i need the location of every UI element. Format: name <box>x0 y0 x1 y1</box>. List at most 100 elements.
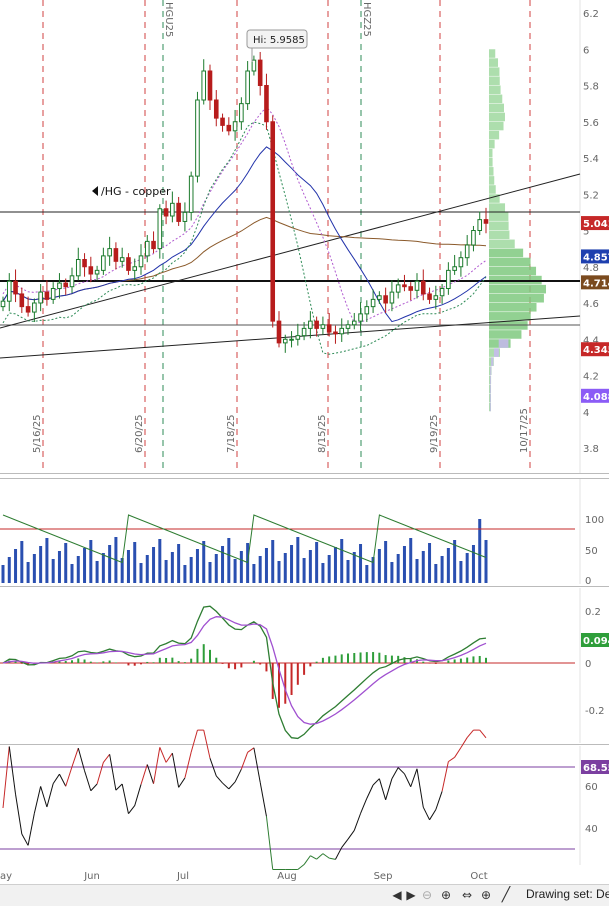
volume-bar <box>327 555 331 583</box>
date-marker-group: 6/20/25 <box>134 414 145 453</box>
candle-body <box>82 259 87 268</box>
candle-body <box>308 320 313 329</box>
volume-profile-bar <box>489 248 524 258</box>
rsi-panel[interactable]: 60 40 68.55 <box>0 729 609 870</box>
volume-bar <box>296 537 300 583</box>
rsi-segment <box>40 786 48 808</box>
rsi-segment <box>115 783 123 791</box>
rsi-segment <box>353 813 362 831</box>
draw-icon[interactable]: ╱ <box>497 887 515 903</box>
candle-body <box>144 240 150 257</box>
volume-bar <box>465 553 469 583</box>
candle-body <box>402 284 407 288</box>
candle-body <box>6 280 12 302</box>
volume-bar <box>83 548 87 583</box>
rsi-segment <box>134 784 142 806</box>
candle-body <box>282 338 288 344</box>
candle-body <box>13 280 18 295</box>
rsi-segment <box>59 773 67 787</box>
volume-profile-bar <box>489 58 499 67</box>
scroll-right-icon[interactable]: ▶ <box>405 887 417 903</box>
rsi-segment <box>404 773 412 787</box>
volume-bar <box>32 554 36 583</box>
volume-profile-sell-bar <box>489 402 491 412</box>
volume-profile-bar <box>489 293 544 303</box>
volume-bar <box>446 548 450 583</box>
macd-y-axis: 0.2 0 -0.2 0.094 <box>581 607 609 717</box>
pan-icon[interactable]: ⇔ <box>458 887 476 903</box>
price-badge-text: 4.857 <box>583 252 609 263</box>
zoom-out-icon[interactable]: ⊖ <box>419 887 435 903</box>
volume-bar <box>302 558 306 583</box>
macd-panel[interactable]: 0.2 0 -0.2 0.094 <box>0 588 609 743</box>
rsi-segment <box>90 783 98 792</box>
candle-body <box>44 291 50 300</box>
candle-body <box>107 248 112 257</box>
volume-bar <box>170 552 174 583</box>
volume-bar <box>409 538 413 583</box>
volume-bar <box>421 551 425 583</box>
volume-panel[interactable]: 100 50 0 <box>0 478 609 588</box>
rsi-segment <box>410 768 418 787</box>
candle-body <box>370 298 376 308</box>
candle-body <box>138 255 144 268</box>
rsi-segment <box>102 754 111 763</box>
scroll-left-icon[interactable]: ◀ <box>391 887 403 903</box>
volume-bar <box>283 553 287 583</box>
candle-body <box>420 280 426 295</box>
candle-body <box>220 117 225 126</box>
x-axis-label: Oct <box>470 871 487 882</box>
rsi-segment <box>360 798 368 814</box>
x-axis-label: Jun <box>83 871 100 882</box>
rsi-segment <box>378 778 387 800</box>
volume-profile-bar <box>489 284 546 294</box>
volume-bar <box>402 546 406 583</box>
candle-body <box>63 282 69 288</box>
drawing-set-label[interactable]: Drawing set: Det <box>526 887 609 901</box>
candle-body <box>483 219 489 224</box>
rsi-segment <box>109 754 117 791</box>
crosshair-icon[interactable]: ⊕ <box>478 887 494 903</box>
price-panel[interactable]: 6.265.85.65.45.254.84.64.44.243.8 5/16/2… <box>0 0 609 473</box>
volume-bar <box>70 564 74 583</box>
volume-bar <box>51 559 55 583</box>
rsi-segment <box>259 782 267 817</box>
candle-body <box>201 70 207 101</box>
rsi-segment <box>84 770 92 791</box>
volume-bar <box>158 539 162 583</box>
volume-profile-bar <box>489 167 494 176</box>
chart-canvas[interactable]: 6.265.85.65.45.254.84.64.44.243.8 5/16/2… <box>0 0 609 905</box>
candle-body <box>245 70 250 105</box>
candle-body <box>270 121 276 322</box>
candle-body <box>433 295 439 300</box>
candle-body <box>289 338 294 341</box>
volume-profile-bar <box>489 221 509 230</box>
rsi-segment <box>46 783 54 808</box>
volume-bar <box>428 543 432 583</box>
candle-body <box>170 202 175 217</box>
volume-bar <box>390 562 394 583</box>
price-tick-label: 5.8 <box>583 82 599 93</box>
volume-profile-bar <box>489 148 493 158</box>
price-tick-label: 6 <box>583 45 589 56</box>
candle-body <box>226 124 232 132</box>
volume-profile-bar <box>489 266 537 276</box>
volume-bar <box>189 557 193 583</box>
rsi-segment <box>65 766 73 787</box>
price-tick-label: 5.2 <box>583 190 599 201</box>
volume-bar <box>258 556 262 583</box>
volume-bar <box>108 545 112 583</box>
candle-body <box>182 211 188 222</box>
rsi-segment <box>297 864 305 870</box>
candle-body <box>232 121 238 132</box>
volume-bar <box>126 550 130 583</box>
date-marker-label: 7/18/25 <box>226 414 237 453</box>
date-marker-label: 6/20/25 <box>134 414 145 453</box>
date-marker-group: 5/16/25 <box>32 414 43 453</box>
candle-body <box>351 320 357 326</box>
rsi-segment <box>247 747 255 753</box>
candle-body <box>257 59 263 86</box>
volume-bar <box>183 565 187 583</box>
zoom-in-icon[interactable]: ⊕ <box>438 887 454 903</box>
candle-body <box>414 280 420 291</box>
